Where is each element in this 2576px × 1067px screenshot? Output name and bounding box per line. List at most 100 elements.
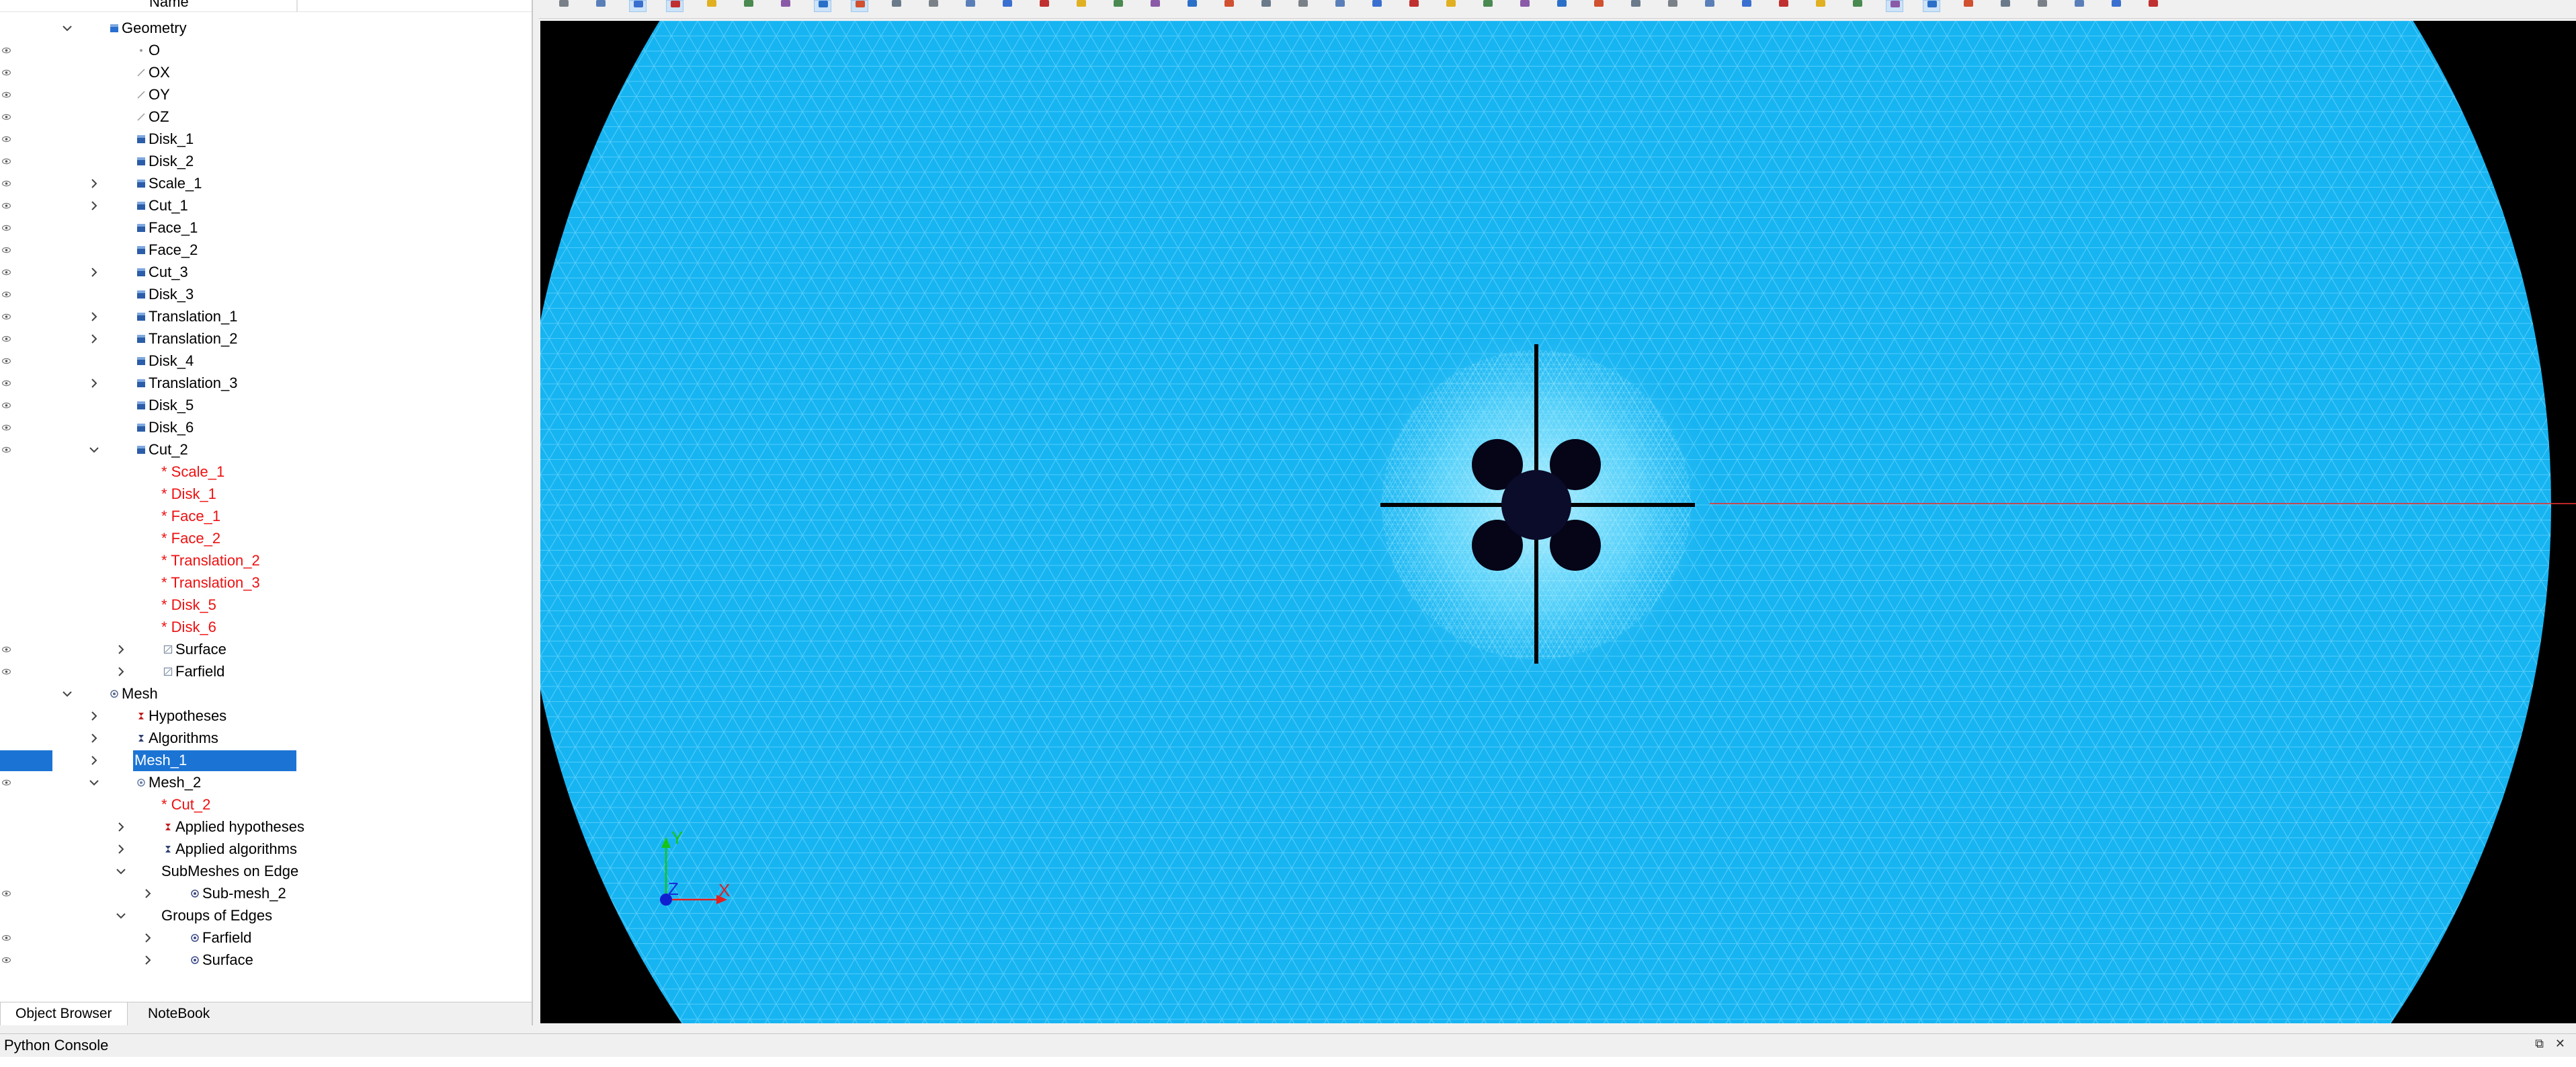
toolbar-button[interactable] xyxy=(1664,0,1681,12)
toolbar-button[interactable] xyxy=(1183,0,1201,12)
python-console-body[interactable] xyxy=(0,1057,2576,1067)
tree-item[interactable]: Disk_5 xyxy=(0,395,532,417)
chevron-right-icon[interactable] xyxy=(86,752,102,768)
tree-item[interactable]: Surface xyxy=(0,639,532,661)
tree-item[interactable]: Farfield xyxy=(0,661,532,683)
visibility-eye-icon[interactable] xyxy=(2,202,11,209)
tree-item[interactable]: Disk_2 xyxy=(0,151,532,173)
toolbar-button[interactable] xyxy=(777,0,794,12)
column-divider[interactable] xyxy=(296,0,298,12)
visibility-eye-icon[interactable] xyxy=(2,935,11,941)
tree-item[interactable]: * Translation_2 xyxy=(0,550,532,572)
visibility-eye-icon[interactable] xyxy=(2,291,11,298)
toolbar-button[interactable] xyxy=(925,0,942,12)
tree-item[interactable]: Translation_3 xyxy=(0,372,532,395)
toolbar-button[interactable] xyxy=(1627,0,1645,12)
toolbar-button[interactable] xyxy=(888,0,905,12)
toolbar-button[interactable] xyxy=(1220,0,1238,12)
tree-item[interactable]: SubMeshes on Edge xyxy=(0,861,532,883)
toolbar-button[interactable] xyxy=(962,0,979,12)
chevron-right-icon[interactable] xyxy=(140,885,156,902)
visibility-eye-icon[interactable] xyxy=(2,136,11,143)
visibility-eye-icon[interactable] xyxy=(2,114,11,120)
toolbar-button[interactable] xyxy=(666,0,683,12)
tree-item[interactable]: Face_1 xyxy=(0,217,532,239)
toolbar-button[interactable] xyxy=(1886,0,1903,12)
chevron-right-icon[interactable] xyxy=(86,331,102,347)
visibility-eye-icon[interactable] xyxy=(2,69,11,76)
tab-notebook[interactable]: NoteBook xyxy=(133,1002,224,1025)
visibility-eye-icon[interactable] xyxy=(2,957,11,963)
tree-item[interactable]: * Disk_6 xyxy=(0,617,532,639)
tree-item[interactable]: Cut_3 xyxy=(0,262,532,284)
toolbar-button[interactable] xyxy=(1590,0,1608,12)
tree-item[interactable]: OX xyxy=(0,62,532,84)
tree-item[interactable]: * Face_2 xyxy=(0,528,532,550)
tree-item[interactable]: Disk_6 xyxy=(0,417,532,439)
tree-item[interactable]: OY xyxy=(0,84,532,106)
chevron-down-icon[interactable] xyxy=(113,863,129,879)
toolbar-button[interactable] xyxy=(1036,0,1053,12)
tree-item[interactable]: O xyxy=(0,40,532,62)
chevron-down-icon[interactable] xyxy=(113,908,129,924)
visibility-eye-icon[interactable] xyxy=(2,402,11,409)
toolbar-button[interactable] xyxy=(1812,0,1829,12)
tree-item[interactable]: Disk_4 xyxy=(0,350,532,372)
toolbar-button[interactable] xyxy=(1073,0,1090,12)
chevron-right-icon[interactable] xyxy=(140,952,156,968)
tree-item[interactable]: Cut_1 xyxy=(0,195,532,217)
chevron-right-icon[interactable] xyxy=(86,198,102,214)
chevron-down-icon[interactable] xyxy=(86,442,102,458)
visibility-eye-icon[interactable] xyxy=(2,890,11,897)
console-dock-controls[interactable]: ⧉ ✕ xyxy=(2535,1037,2569,1051)
tree-item[interactable]: Mesh xyxy=(0,683,532,705)
tree-item[interactable]: Scale_1 xyxy=(0,173,532,195)
tree-item[interactable]: Mesh_1 xyxy=(0,750,532,772)
chevron-down-icon[interactable] xyxy=(59,686,75,702)
tree-item[interactable]: Sub-mesh_2 xyxy=(0,883,532,905)
tree-item[interactable]: Translation_2 xyxy=(0,328,532,350)
tree-item[interactable]: Disk_1 xyxy=(0,128,532,151)
toolbar-button[interactable] xyxy=(1701,0,1718,12)
chevron-right-icon[interactable] xyxy=(113,641,129,658)
toolbar-button[interactable] xyxy=(629,0,647,12)
toolbar-button[interactable] xyxy=(1553,0,1571,12)
chevron-right-icon[interactable] xyxy=(86,375,102,391)
chevron-down-icon[interactable] xyxy=(59,20,75,36)
toolbar-button[interactable] xyxy=(851,0,868,12)
tree-item[interactable]: Hypotheses xyxy=(0,705,532,727)
visibility-eye-icon[interactable] xyxy=(2,180,11,187)
toolbar-button[interactable] xyxy=(999,0,1016,12)
toolbar-button[interactable] xyxy=(2071,0,2088,12)
visibility-eye-icon[interactable] xyxy=(2,779,11,786)
toolbar-button[interactable] xyxy=(814,0,831,12)
chevron-right-icon[interactable] xyxy=(113,841,129,857)
toolbar-button[interactable] xyxy=(1257,0,1275,12)
toolbar-button[interactable] xyxy=(1849,0,1866,12)
visibility-eye-icon[interactable] xyxy=(2,47,11,54)
tree-item[interactable]: Applied hypotheses xyxy=(0,816,532,838)
toolbar-button[interactable] xyxy=(1479,0,1497,12)
chevron-right-icon[interactable] xyxy=(86,708,102,724)
toolbar-button[interactable] xyxy=(555,0,573,12)
tree-item[interactable]: Cut_2 xyxy=(0,439,532,461)
tree-item[interactable]: Groups of Edges xyxy=(0,905,532,927)
toolbar-button[interactable] xyxy=(1294,0,1312,12)
toolbar-button[interactable] xyxy=(1923,0,1940,12)
toolbar-button[interactable] xyxy=(1331,0,1349,12)
tree-item[interactable]: Algorithms xyxy=(0,727,532,750)
tree-item[interactable]: * Disk_1 xyxy=(0,483,532,506)
toolbar-button[interactable] xyxy=(1997,0,2014,12)
toolbar-button[interactable] xyxy=(592,0,610,12)
toolbar-button[interactable] xyxy=(1147,0,1164,12)
chevron-right-icon[interactable] xyxy=(86,175,102,192)
toolbar-button[interactable] xyxy=(1738,0,1755,12)
tree-item[interactable]: Farfield xyxy=(0,927,532,949)
visibility-eye-icon[interactable] xyxy=(2,335,11,342)
tree-item[interactable]: * Cut_2 xyxy=(0,794,532,816)
tree-item[interactable]: Disk_3 xyxy=(0,284,532,306)
toolbar-button[interactable] xyxy=(1405,0,1423,12)
visibility-eye-icon[interactable] xyxy=(2,646,11,653)
toolbar-button[interactable] xyxy=(2108,0,2125,12)
toolbar-button[interactable] xyxy=(1960,0,1977,12)
